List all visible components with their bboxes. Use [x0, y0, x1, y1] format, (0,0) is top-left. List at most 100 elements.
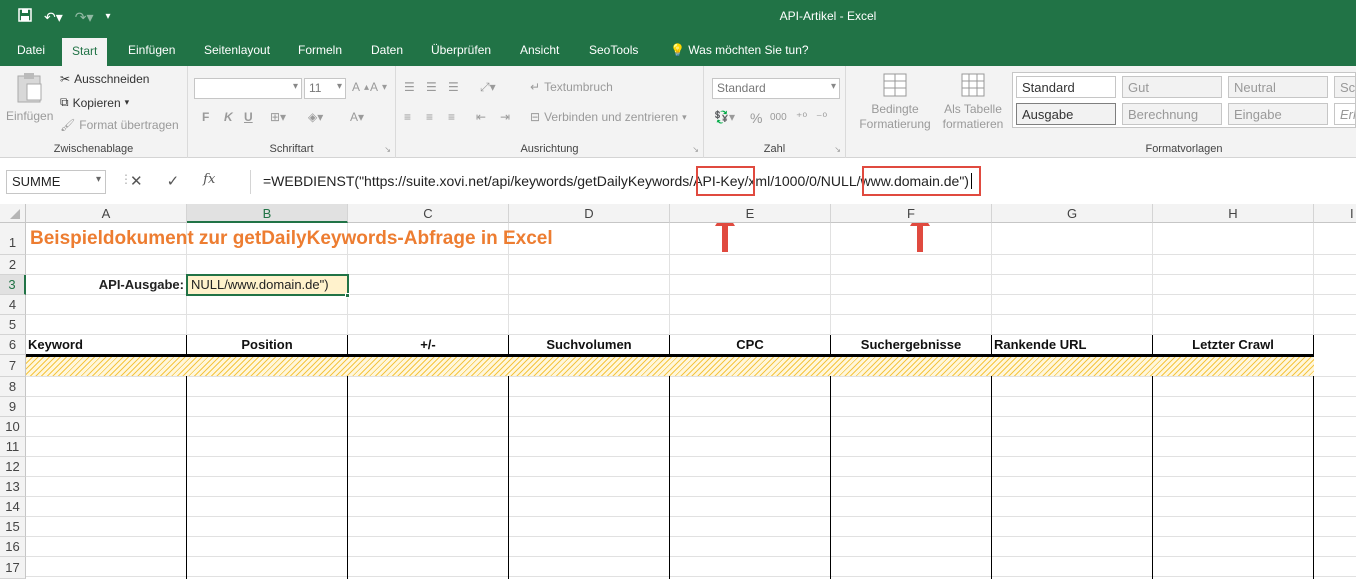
paste-button[interactable]: Einfügen	[6, 72, 53, 123]
increase-decimal-icon[interactable]: ⁺⁰	[796, 110, 807, 124]
style-neutral[interactable]: Neutral	[1228, 76, 1328, 98]
group-label-alignment: Ausrichtung	[520, 143, 579, 155]
underline-button[interactable]: U	[244, 110, 253, 124]
align-bottom-icon[interactable]: ☰	[448, 80, 459, 94]
row-header-12[interactable]: 12	[0, 457, 26, 477]
dialog-launcher-icon[interactable]: ↘	[834, 145, 841, 154]
formula-input[interactable]: =WEBDIENST("https://suite.xovi.net/api/k…	[250, 170, 1350, 194]
row-header-14[interactable]: 14	[0, 497, 26, 517]
row-header-11[interactable]: 11	[0, 437, 26, 457]
column-header-c[interactable]: C	[348, 204, 509, 223]
tab-einfuegen[interactable]: Einfügen	[118, 34, 185, 66]
merge-icon: ⊟	[530, 110, 541, 124]
style-schlecht[interactable]: Sch	[1334, 76, 1356, 98]
column-header-i[interactable]: I	[1314, 204, 1356, 223]
decrease-decimal-icon[interactable]: ⁻⁰	[816, 110, 827, 124]
orientation-icon[interactable]: ⤢▾	[480, 80, 496, 95]
row-header-1[interactable]: 1	[0, 223, 26, 255]
align-center-icon[interactable]: ≡	[426, 110, 433, 124]
row-header-5[interactable]: 5	[0, 315, 26, 335]
format-painter-button[interactable]: 🖌 Format übertragen	[60, 118, 179, 132]
row-header-4[interactable]: 4	[0, 295, 26, 315]
cut-button[interactable]: ✂ Ausschneiden	[60, 72, 149, 86]
copy-button[interactable]: ⧉ Kopieren ▾	[60, 95, 129, 110]
fill-handle[interactable]	[345, 293, 350, 298]
tab-datei[interactable]: Datei	[7, 34, 55, 66]
tab-ueberpruefen[interactable]: Überprüfen	[421, 34, 501, 66]
format-as-table-button[interactable]: Als Tabelle formatieren	[938, 72, 1008, 132]
align-right-icon[interactable]: ≡	[448, 110, 455, 124]
column-header-b[interactable]: B	[187, 204, 348, 223]
decrease-indent-icon[interactable]: ⇤	[476, 110, 486, 124]
row-header-8[interactable]: 8	[0, 377, 26, 397]
row-header-6[interactable]: 6	[0, 335, 26, 355]
style-gut[interactable]: Gut	[1122, 76, 1222, 98]
tab-seotools[interactable]: SeoTools	[579, 34, 648, 66]
merge-center-button[interactable]: ⊟ Verbinden und zentrieren ▾	[530, 110, 687, 124]
italic-button[interactable]: K	[224, 110, 233, 124]
align-left-icon[interactable]: ≡	[404, 110, 411, 124]
insert-function-icon[interactable]: fx	[203, 172, 215, 190]
conditional-formatting-icon	[880, 72, 910, 102]
formula-mid: /xml/1000/0/NULL/	[744, 173, 861, 189]
font-color-icon[interactable]: A▾	[350, 110, 364, 124]
style-ausgabe[interactable]: Ausgabe	[1016, 103, 1116, 125]
header-change: +/-	[420, 337, 436, 352]
row-header-13[interactable]: 13	[0, 477, 26, 497]
style-erklaerend[interactable]: Erk	[1334, 103, 1356, 125]
select-all-corner[interactable]	[0, 204, 26, 223]
font-size-combo[interactable]: 11	[304, 78, 346, 99]
grow-font-icon[interactable]: A ▴	[352, 80, 369, 94]
align-middle-icon[interactable]: ☰	[426, 80, 437, 94]
column-header-f[interactable]: F	[831, 204, 992, 223]
wrap-text-button[interactable]: ↵ Textumbruch	[530, 80, 613, 94]
row-header-9[interactable]: 9	[0, 397, 26, 417]
name-box[interactable]: SUMME	[6, 170, 106, 194]
style-eingabe[interactable]: Eingabe	[1228, 103, 1328, 125]
row-header-17[interactable]: 17	[0, 557, 26, 579]
tab-formeln[interactable]: Formeln	[288, 34, 352, 66]
row-header-3[interactable]: 3	[0, 275, 26, 295]
api-output-cell[interactable]: NULL/www.domain.de")	[186, 274, 349, 296]
formula-bar: SUMME ⋮ ✕ ✓ fx =WEBDIENST("https://suite…	[0, 158, 1356, 204]
title-bar: ↶▾ ↷▾ ▾ API-Artikel - Excel	[0, 0, 1356, 34]
currency-icon[interactable]: 💱▾	[714, 110, 735, 124]
ribbon-tabs: Datei Start Einfügen Seitenlayout Formel…	[0, 34, 1356, 66]
row-header-10[interactable]: 10	[0, 417, 26, 437]
tab-start[interactable]: Start	[62, 38, 108, 66]
thousands-button[interactable]: 000	[770, 112, 787, 123]
tab-seitenlayout[interactable]: Seitenlayout	[194, 34, 280, 66]
conditional-formatting-button[interactable]: Bedingte Formatierung	[852, 72, 938, 132]
row-header-7[interactable]: 7	[0, 355, 26, 377]
tab-daten[interactable]: Daten	[361, 34, 413, 66]
row-header-2[interactable]: 2	[0, 255, 26, 275]
column-header-d[interactable]: D	[509, 204, 670, 223]
align-top-icon[interactable]: ☰	[404, 80, 415, 94]
tab-ansicht[interactable]: Ansicht	[510, 34, 569, 66]
column-header-a[interactable]: A	[26, 204, 187, 223]
api-key-highlight-box	[696, 166, 755, 196]
column-header-h[interactable]: H	[1153, 204, 1314, 223]
column-header-g[interactable]: G	[992, 204, 1153, 223]
fill-color-icon[interactable]: ◈▾	[308, 110, 323, 124]
borders-icon[interactable]: ⊞▾	[270, 110, 286, 124]
percent-button[interactable]: %	[750, 110, 762, 126]
row-header-16[interactable]: 16	[0, 537, 26, 557]
style-berechnung[interactable]: Berechnung	[1122, 103, 1222, 125]
row-header-15[interactable]: 15	[0, 517, 26, 537]
number-format-combo[interactable]: Standard	[712, 78, 840, 99]
bold-button[interactable]: F	[202, 110, 209, 124]
column-header-e[interactable]: E	[670, 204, 831, 223]
dialog-launcher-icon[interactable]: ↘	[384, 145, 391, 154]
shrink-font-icon[interactable]: A ▾	[370, 80, 387, 94]
tell-me-box[interactable]: 💡 Was möchten Sie tun?	[660, 34, 819, 66]
increase-indent-icon[interactable]: ⇥	[500, 110, 510, 124]
enter-icon[interactable]: ✓	[167, 172, 180, 190]
group-clipboard: Einfügen ✂ Ausschneiden ⧉ Kopieren ▾ 🖌 F…	[0, 66, 188, 158]
style-standard[interactable]: Standard	[1016, 76, 1116, 98]
dialog-launcher-icon[interactable]: ↘	[692, 145, 699, 154]
cancel-icon[interactable]: ✕	[130, 172, 143, 190]
formula-prefix: =WEBDIENST("https://suite.xovi.net/api/k…	[263, 173, 694, 189]
group-label-font: Schriftart	[269, 143, 314, 155]
font-name-combo[interactable]	[194, 78, 302, 99]
